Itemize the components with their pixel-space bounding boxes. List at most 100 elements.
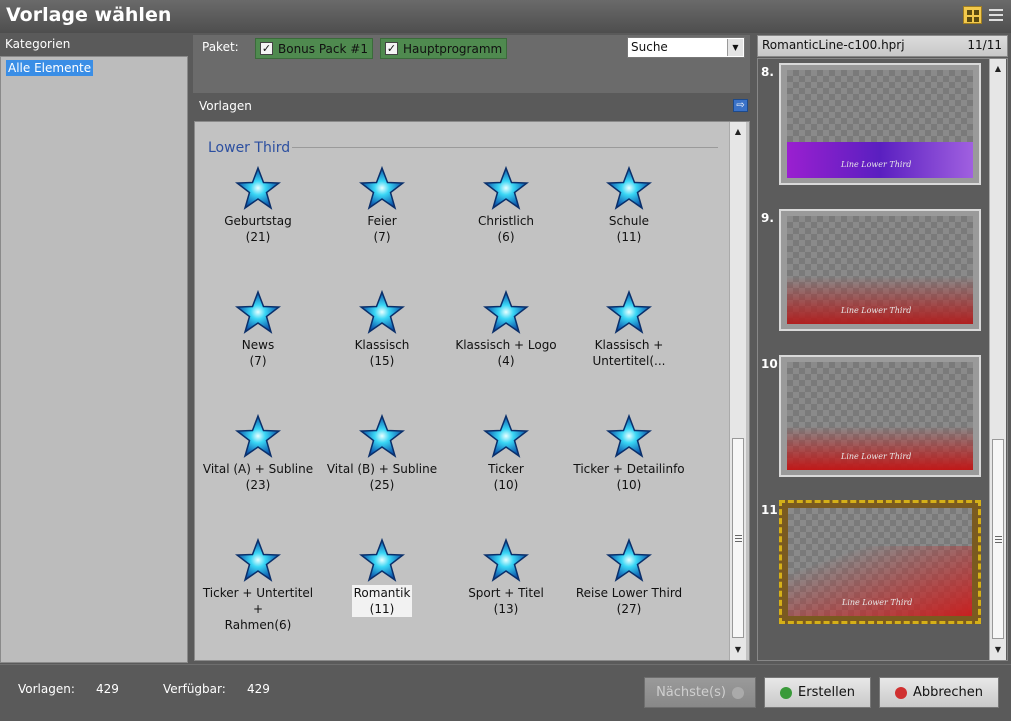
template-label: Vital (B) + Subline (25): [325, 461, 439, 493]
template-name: Klassisch +: [594, 338, 664, 352]
preview-thumbnail[interactable]: Line Lower Third: [779, 209, 981, 331]
template-name: Ticker + Untertitel +: [202, 586, 314, 616]
next-button[interactable]: Nächste(s): [644, 677, 756, 708]
checkbox-icon[interactable]: ✓: [260, 42, 273, 55]
template-count: (11): [369, 602, 395, 616]
template-tile[interactable]: Klassisch + Logo (4): [446, 290, 566, 400]
template-tile[interactable]: Sport + Titel (13): [446, 538, 566, 648]
template-count: (7): [373, 230, 391, 244]
cancel-button[interactable]: Abbrechen: [879, 677, 999, 708]
package-filter: Paket: ✓ Bonus Pack #1 ✓ Hauptprogramm S…: [193, 35, 750, 93]
package-hauptprogramm[interactable]: ✓ Hauptprogramm: [380, 38, 508, 59]
template-name: Christlich: [477, 214, 535, 228]
scroll-up-icon[interactable]: ▲: [990, 61, 1006, 77]
star-icon: [359, 290, 405, 334]
template-tile[interactable]: Klassisch (15): [322, 290, 442, 400]
star-icon: [483, 166, 529, 210]
category-item-all[interactable]: Alle Elemente: [6, 60, 94, 76]
template-tile[interactable]: Klassisch + Untertitel(...: [569, 290, 689, 400]
preview-thumbnail[interactable]: Line Lower Third: [779, 355, 981, 477]
template-name: Vital (B) + Subline: [326, 462, 438, 476]
template-tile[interactable]: Feier (7): [322, 166, 442, 276]
section-divider: [292, 147, 718, 148]
categories-list[interactable]: Alle Elemente: [0, 56, 188, 663]
star-icon: [235, 414, 281, 458]
template-tile[interactable]: Reise Lower Third (27): [569, 538, 689, 648]
vorlagen-count: 429: [96, 682, 119, 696]
template-label: Ticker (10): [486, 461, 526, 493]
star-icon: [606, 166, 652, 210]
window-title: Vorlage wählen: [6, 4, 172, 26]
search-dropdown[interactable]: Suche ▼: [627, 37, 745, 58]
template-count: Untertitel(...: [592, 354, 666, 368]
scroll-down-icon[interactable]: ▼: [730, 642, 746, 658]
template-tile[interactable]: Christlich (6): [446, 166, 566, 276]
preview-caption: Line Lower Third: [841, 160, 912, 169]
template-label: Ticker + Detailinfo (10): [571, 461, 686, 493]
template-tile[interactable]: Geburtstag (21): [198, 166, 318, 276]
template-name: Sport + Titel: [468, 586, 544, 600]
create-button[interactable]: Erstellen: [764, 677, 871, 708]
list-view-icon[interactable]: [987, 6, 1005, 24]
template-tile[interactable]: Romantik (11): [322, 538, 442, 648]
template-label: Sport + Titel (13): [466, 585, 546, 617]
template-name: Geburtstag: [224, 214, 292, 228]
templates-header: Vorlagen: [199, 99, 252, 113]
template-name: News: [241, 338, 275, 352]
preview-number: 9.: [761, 211, 774, 225]
template-name: Vital (A) + Subline: [202, 462, 314, 476]
next-label: Nächste(s): [656, 685, 726, 700]
template-tile[interactable]: Ticker + Detailinfo (10): [569, 414, 689, 524]
scroll-thumb[interactable]: [732, 438, 744, 638]
template-name: Ticker: [488, 462, 524, 476]
preview-position: 11/11: [967, 38, 1002, 52]
template-count: (25): [369, 478, 395, 492]
star-icon: [606, 414, 652, 458]
preview-header: RomanticLine-c100.hprj 11/11: [757, 35, 1008, 57]
chevron-down-icon[interactable]: ▼: [727, 39, 743, 56]
grid-scrollbar[interactable]: ▲ ▼: [729, 122, 746, 660]
preview-caption: Line Lower Third: [841, 452, 912, 461]
star-icon: [606, 538, 652, 582]
scroll-down-icon[interactable]: ▼: [990, 642, 1006, 658]
cancel-label: Abbrechen: [912, 685, 984, 700]
template-label: Klassisch + Logo (4): [453, 337, 558, 369]
package-bonus-pack[interactable]: ✓ Bonus Pack #1: [255, 38, 373, 59]
star-icon: [606, 290, 652, 334]
template-name: Reise Lower Third: [575, 586, 683, 600]
template-tile[interactable]: Ticker + Untertitel + Rahmen(6): [198, 538, 318, 648]
preview-caption: Line Lower Third: [841, 306, 912, 315]
template-tile[interactable]: Schule (11): [569, 166, 689, 276]
preview-thumbnail-selected[interactable]: Line Lower Third: [779, 500, 981, 624]
create-label: Erstellen: [798, 685, 855, 700]
template-label: Geburtstag (21): [222, 213, 293, 245]
template-name: Klassisch: [354, 338, 410, 352]
template-count: (15): [369, 354, 395, 368]
scroll-thumb[interactable]: [992, 439, 1004, 639]
preview-thumbnail[interactable]: Line Lower Third: [779, 63, 981, 185]
star-icon: [359, 538, 405, 582]
star-icon: [235, 538, 281, 582]
star-icon: [483, 538, 529, 582]
template-name: Romantik: [353, 586, 411, 600]
template-count: (11): [616, 230, 642, 244]
template-label: Vital (A) + Subline (23): [201, 461, 315, 493]
preview-filename: RomanticLine-c100.hprj: [762, 38, 905, 52]
star-icon: [483, 414, 529, 458]
template-tile[interactable]: Ticker (10): [446, 414, 566, 524]
star-icon: [235, 166, 281, 210]
checkbox-icon[interactable]: ✓: [385, 42, 398, 55]
expand-icon[interactable]: ⇨: [733, 99, 748, 112]
template-label: Klassisch (15): [353, 337, 412, 369]
template-label: Reise Lower Third (27): [574, 585, 684, 617]
template-tile[interactable]: Vital (A) + Subline (23): [198, 414, 318, 524]
template-tile[interactable]: News (7): [198, 290, 318, 400]
template-count: (23): [245, 478, 271, 492]
template-tile[interactable]: Vital (B) + Subline (25): [322, 414, 442, 524]
preview-number: 8.: [761, 65, 774, 79]
scroll-up-icon[interactable]: ▲: [730, 124, 746, 140]
grid-view-icon[interactable]: [963, 6, 982, 24]
preview-scrollbar[interactable]: ▲ ▼: [989, 59, 1006, 660]
section-title: Lower Third: [208, 140, 291, 156]
template-label: Schule (11): [607, 213, 651, 245]
